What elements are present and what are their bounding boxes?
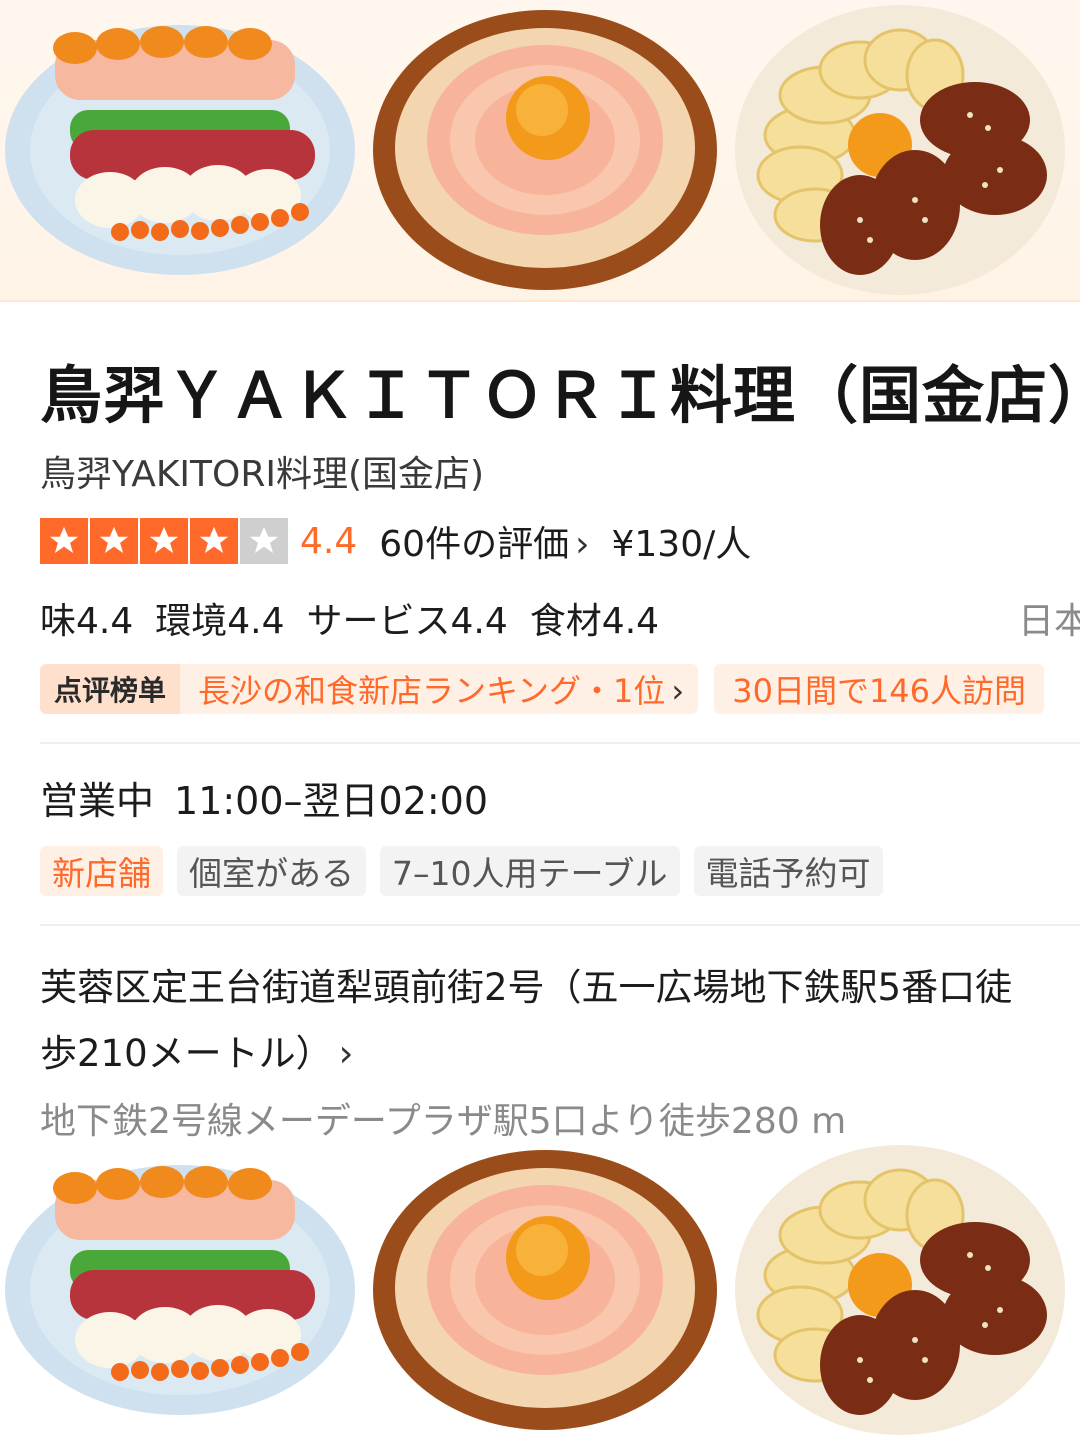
- subscore-row: 味4.4 環境4.4 サービス4.4 食材4.4: [40, 592, 659, 644]
- feature-tags: 新店舗 個室がある 7–10人用テーブル 電話予約可: [40, 846, 883, 896]
- chevron-right-icon: ›: [338, 1032, 354, 1075]
- star-icon: [40, 518, 88, 564]
- shrimp-egg-bowl-image[interactable]: [370, 1140, 720, 1440]
- divider: [40, 742, 1080, 744]
- top-photo-strip: [0, 0, 1080, 300]
- restaurant-title: 鳥羿ＹＡＫＩＴＯＲＩ料理（国金店）: [40, 359, 1080, 432]
- ranking-badge[interactable]: 点评榜单 長沙の和食新店ランキング・1位 ›: [40, 664, 699, 714]
- ranking-brand: 点评榜单: [40, 664, 181, 714]
- sushi-platter-image[interactable]: [0, 0, 360, 300]
- subscore-ingredients: 食材4.4: [529, 601, 660, 642]
- divider: [40, 924, 1080, 926]
- tag-table-size: 7–10人用テーブル: [380, 846, 680, 896]
- star-empty-icon: [240, 518, 288, 564]
- star-icon: [140, 518, 188, 564]
- restaurant-subtitle: 鳥羿YAKITORI料理(国金店): [40, 454, 485, 495]
- sushi-platter-image[interactable]: [0, 1140, 360, 1440]
- chevron-right-icon: ›: [671, 672, 685, 710]
- ranking-row: 点评榜单 長沙の和食新店ランキング・1位 › 30日間で146人訪問: [40, 664, 1045, 714]
- open-status: 営業中: [40, 779, 155, 823]
- hours-time: 11:00–翌日02:00: [174, 779, 489, 823]
- subscore-environment: 環境4.4: [155, 601, 285, 642]
- opening-hours: 営業中 11:00–翌日02:00: [40, 770, 488, 825]
- apple-glazed-meat-image[interactable]: [730, 1140, 1080, 1440]
- chevron-right-icon: ›: [575, 524, 590, 565]
- tag-private-room: 個室がある: [177, 846, 366, 896]
- star-icon: [90, 518, 138, 564]
- bottom-photo-strip: [0, 1140, 1080, 1440]
- shrimp-egg-bowl-image[interactable]: [370, 0, 720, 300]
- price-per-person: ¥130/人: [611, 524, 752, 565]
- visits-badge: 30日間で146人訪問: [714, 664, 1045, 714]
- address-link[interactable]: 芙蓉区定王台街道犁頭前街2号（五一広場地下鉄駅5番口徒歩210メートル） ›: [40, 955, 1040, 1087]
- address-text: 芙蓉区定王台街道犁頭前街2号（五一広場地下鉄駅5番口徒歩210メートル）: [40, 966, 1013, 1075]
- star-icon: [190, 518, 238, 564]
- station-info: 地下鉄2号線メーデープラザ駅5口より徒歩280 m: [40, 1101, 847, 1142]
- cuisine-label: 日本: [1018, 601, 1080, 642]
- tag-new-store: 新店舗: [40, 846, 163, 896]
- reviews-link[interactable]: 60件の評価 ›: [379, 515, 589, 567]
- rating-row: 4.4 60件の評価 › ¥130/人: [40, 515, 751, 567]
- apple-glazed-meat-image[interactable]: [730, 0, 1080, 300]
- tag-phone-reservation: 電話予約可: [693, 846, 883, 896]
- subscore-service: サービス4.4: [306, 601, 508, 642]
- reviews-count: 60件の評価: [379, 524, 570, 565]
- rating-score: 4.4: [300, 520, 358, 562]
- ranking-text: 長沙の和食新店ランキング・1位 ›: [198, 672, 685, 710]
- star-rating: [40, 518, 288, 564]
- subscore-taste: 味4.4: [40, 601, 134, 642]
